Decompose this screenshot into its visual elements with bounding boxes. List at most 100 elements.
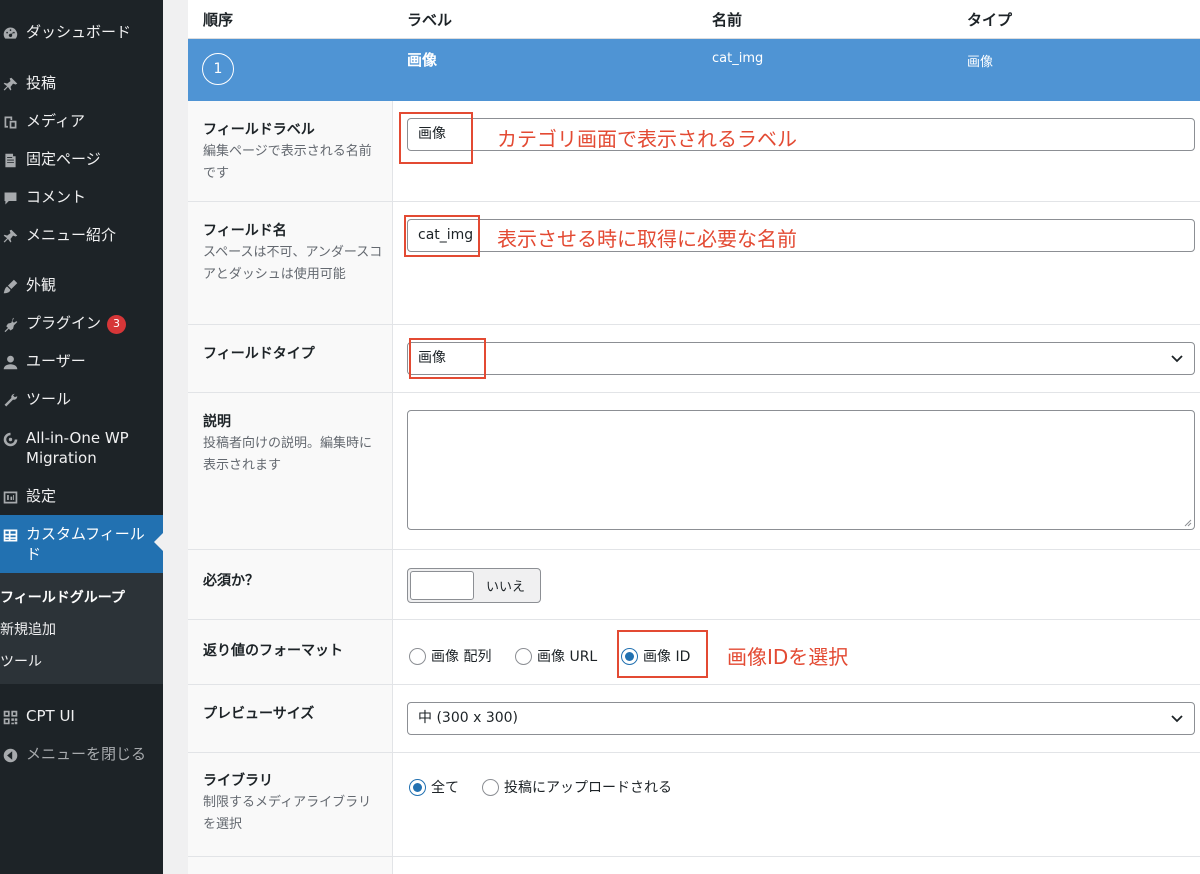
dashboard-icon (0, 23, 20, 43)
radio-dot-selected[interactable] (409, 778, 426, 796)
wrench-icon (0, 390, 20, 410)
radio-dot[interactable] (409, 647, 426, 665)
setting-title: プレビューサイズ (203, 706, 315, 722)
column-type: タイプ (967, 11, 1013, 29)
sidebar-item-label: プラグイン (26, 314, 102, 332)
settings-icon (0, 487, 20, 507)
annotation-box-format (617, 630, 708, 678)
sidebar-item-label: ユーザー (26, 352, 86, 370)
annotation-text-format: 画像IDを選択 (727, 645, 849, 669)
grid-icon (0, 707, 20, 727)
field-order-badge[interactable]: 1 (202, 53, 234, 85)
sidebar-item-comments[interactable]: コメント (0, 187, 163, 208)
update-count-badge: 3 (107, 314, 127, 334)
sidebar-item-label: メニューを閉じる (26, 745, 147, 763)
sidebar-item-label: CPT UI (26, 707, 75, 725)
pin-icon (0, 226, 20, 246)
column-order: 順序 (203, 11, 234, 29)
field-row-label[interactable]: 画像 (407, 49, 437, 70)
toggle-label: いいえ (486, 580, 526, 595)
sidebar-item-dashboard[interactable]: ダッシュボード (0, 22, 163, 43)
sidebar-item-label: メディア (26, 112, 85, 130)
setting-title: 必須か？ (203, 573, 259, 589)
submenu-item-field-groups[interactable]: フィールドグループ (0, 587, 125, 607)
sidebar-item-tools[interactable]: ツール (0, 389, 163, 410)
sidebar-item-label: 設定 (26, 487, 57, 505)
collapse-icon (0, 745, 20, 765)
sidebar-item-label: 外観 (26, 276, 57, 294)
library-uploaded-radio[interactable]: 投稿にアップロードされる (482, 777, 672, 797)
setting-title: フィールド名 (203, 223, 287, 239)
annotation-box-label (399, 112, 473, 164)
sidebar-item-menu-intro[interactable]: メニュー紹介 (0, 225, 163, 246)
column-label: ラベル (407, 11, 453, 29)
sidebar-item-label: All-in-One WP Migration (26, 429, 129, 467)
current-menu-arrow (154, 533, 163, 551)
sidebar-item-custom-fields[interactable]: カスタムフィールド (0, 515, 163, 573)
required-toggle[interactable]: いいえ (407, 568, 541, 603)
sidebar-item-label: カスタムフィールド (26, 525, 145, 563)
setting-next-partial (188, 857, 1200, 874)
setting-field-type: フィールドタイプ 画像 (188, 325, 1200, 393)
setting-title: ライブラリ (203, 773, 273, 789)
setting-required: 必須か？ いいえ (188, 550, 1200, 620)
annotation-box-type (409, 338, 486, 379)
custom-fields-submenu: フィールドグループ 新規追加 ツール (0, 573, 163, 684)
page-icon (0, 150, 20, 170)
submenu-item-add-new[interactable]: 新規追加 (0, 619, 56, 639)
setting-description: 編集ページで表示される名前です (203, 144, 372, 181)
setting-library: ライブラリ 制限するメディアライブラリを選択 全て 投稿にアップロードされる (188, 753, 1200, 857)
sidebar-item-appearance[interactable]: 外観 (0, 275, 163, 296)
radio-dot[interactable] (515, 647, 532, 665)
migration-icon (0, 429, 20, 449)
preview-size-select[interactable]: 中 (300 x 300) (407, 702, 1195, 735)
setting-preview-size: プレビューサイズ 中 (300 x 300) (188, 685, 1200, 753)
admin-sidebar: ダッシュボード 投稿 メディア 固定ページ コメント メニュー紹介 外観 プラグ… (0, 0, 163, 874)
chevron-down-icon (1171, 355, 1183, 363)
resize-grip-icon[interactable] (1183, 518, 1192, 527)
sidebar-item-label: ダッシュボード (26, 23, 132, 41)
sidebar-item-label: ツール (26, 390, 72, 408)
radio-dot[interactable] (482, 778, 499, 796)
field-row-name: cat_img (712, 51, 764, 66)
sidebar-item-collapse[interactable]: メニューを閉じる (0, 744, 163, 765)
pin-icon (0, 74, 20, 94)
sidebar-item-pages[interactable]: 固定ページ (0, 149, 163, 170)
sidebar-item-posts[interactable]: 投稿 (0, 73, 163, 94)
preview-size-value: 中 (300 x 300) (418, 710, 519, 726)
sidebar-item-label: コメント (26, 188, 87, 206)
annotation-text-label: カテゴリ画面で表示されるラベル (497, 127, 797, 151)
field-row-active[interactable]: 1 画像 cat_img 画像 (188, 39, 1200, 101)
toggle-knob (410, 571, 474, 600)
annotation-text-name: 表示させる時に取得に必要な名前 (497, 227, 797, 251)
submenu-item-tools[interactable]: ツール (0, 651, 42, 671)
field-row-type: 画像 (967, 55, 994, 70)
return-format-url-radio[interactable]: 画像 URL (515, 646, 597, 666)
sidebar-item-plugins[interactable]: プラグイン 3 (0, 313, 163, 334)
setting-title: 説明 (203, 414, 231, 430)
sidebar-item-settings[interactable]: 設定 (0, 486, 163, 507)
sidebar-item-label: 投稿 (26, 74, 57, 92)
sidebar-item-label: メニュー紹介 (26, 226, 117, 244)
sidebar-item-media[interactable]: メディア (0, 111, 163, 132)
sidebar-item-label: 固定ページ (26, 150, 101, 168)
plugin-icon (0, 314, 20, 334)
setting-field-name: フィールド名 スペースは不可、アンダースコアとダッシュは使用可能 cat_img (188, 202, 1200, 325)
sidebar-item-users[interactable]: ユーザー (0, 351, 163, 372)
setting-description: 制限するメディアライブラリを選択 (203, 795, 372, 832)
column-name: 名前 (712, 11, 743, 29)
setting-title: フィールドラベル (203, 122, 315, 138)
brush-icon (0, 276, 20, 296)
comment-icon (0, 188, 20, 208)
user-icon (0, 352, 20, 372)
return-format-array-radio[interactable]: 画像 配列 (409, 646, 491, 666)
field-type-select[interactable]: 画像 (407, 342, 1195, 375)
setting-description: スペースは不可、アンダースコアとダッシュは使用可能 (203, 245, 383, 282)
sidebar-item-cpt-ui[interactable]: CPT UI (0, 706, 163, 727)
instructions-textarea[interactable] (407, 410, 1195, 530)
setting-description: 投稿者向けの説明。編集時に表示されます (203, 436, 373, 473)
sidebar-item-migration[interactable]: All-in-One WP Migration (0, 428, 140, 468)
library-all-radio[interactable]: 全て (409, 777, 459, 797)
setting-title: フィールドタイプ (203, 346, 315, 362)
setting-title: 返り値のフォーマット (203, 643, 343, 659)
